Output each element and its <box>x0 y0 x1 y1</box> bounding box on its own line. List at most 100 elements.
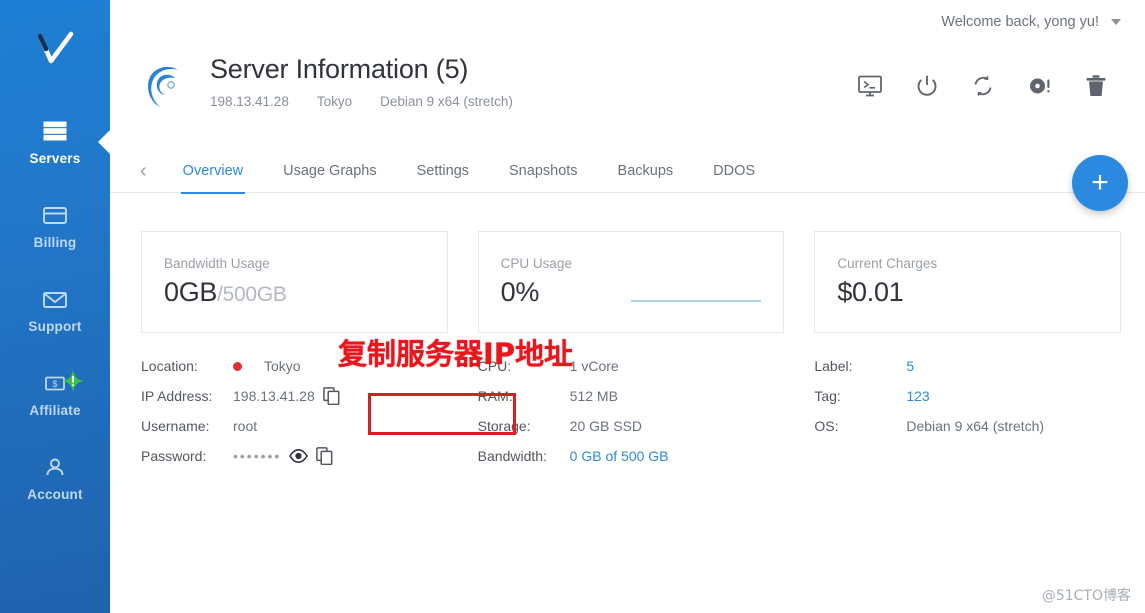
chevron-down-icon <box>1111 19 1121 25</box>
detail-key: IP Address: <box>141 388 213 404</box>
tab-bar: ‹ Overview Usage Graphs Settings Snapsho… <box>110 150 1145 194</box>
detail-row-label: Label: 5 <box>814 351 1121 381</box>
app-root: Servers Billing Support $ Affiliate Acco… <box>0 0 1145 613</box>
tab-overview[interactable]: Overview <box>163 150 263 194</box>
server-list-icon <box>42 118 68 144</box>
detail-value: Tokyo <box>233 358 301 374</box>
detail-column-right: Label: 5 Tag: 123 OS: Debian 9 x64 (stre… <box>814 351 1121 471</box>
sidebar: Servers Billing Support $ Affiliate Acco… <box>0 0 110 613</box>
sidebar-item-label: Account <box>27 487 83 502</box>
detail-key: Password: <box>141 448 207 464</box>
detail-row-username: Username: root <box>141 411 448 441</box>
annotation-text: 复制服务器IP地址 <box>338 337 574 371</box>
detail-key: OS: <box>814 418 839 434</box>
card-current-charges: Current Charges $0.01 <box>814 231 1122 333</box>
power-icon[interactable] <box>915 74 939 103</box>
sidebar-item-label: Support <box>28 319 82 334</box>
card-value: $0.01 <box>837 277 1120 308</box>
topbar: Welcome back, yong yu! <box>110 0 1145 44</box>
meta-ip: 198.13.41.28 <box>210 94 289 110</box>
detail-value-link[interactable]: 123 <box>906 388 929 404</box>
vultr-checkmark-logo <box>37 31 74 64</box>
sidebar-item-support[interactable]: Support <box>0 268 110 352</box>
card-value-main: 0GB <box>164 277 218 307</box>
detail-key: Storage: <box>477 418 531 434</box>
affiliate-alert-badge <box>62 370 84 392</box>
detail-value: 1 vCore <box>569 358 619 374</box>
meta-location: Tokyo <box>316 94 353 110</box>
meta-os: Debian 9 x64 (stretch) <box>380 94 513 110</box>
page-title: Server Information (5) <box>210 54 469 84</box>
eye-icon[interactable] <box>289 449 309 463</box>
sidebar-item-label: Servers <box>29 151 81 166</box>
detail-row-bandwidth: Bandwidth: 0 GB of 500 GB <box>478 441 785 471</box>
detail-value: 512 MB <box>569 388 618 404</box>
server-header: Server Information (5) 198.13.41.28 Toky… <box>110 44 1145 134</box>
japan-flag-icon <box>233 361 242 371</box>
brand-logo[interactable] <box>0 0 110 100</box>
watermark: @51CTO博客 <box>1041 588 1131 604</box>
credit-card-icon <box>42 202 68 228</box>
tab-snapshots[interactable]: Snapshots <box>489 150 598 193</box>
detail-key: Label: <box>814 358 853 374</box>
svg-text:$: $ <box>52 379 57 389</box>
detail-value: 198.13.41.28 <box>233 387 340 405</box>
card-label: CPU Usage <box>500 256 572 271</box>
server-actions <box>857 52 1121 103</box>
account-menu[interactable]: Welcome back, yong yu! <box>941 14 1121 30</box>
tab-settings[interactable]: Settings <box>397 150 489 193</box>
detail-value: ••••••• <box>233 447 333 465</box>
summary-cards: Bandwidth Usage 0GB/500GB CPU Usage 0% C… <box>110 193 1145 333</box>
detail-value: 20 GB SSD <box>569 418 643 434</box>
add-server-button[interactable]: + <box>1072 155 1128 211</box>
password-masked-value: ••••••• <box>233 448 282 464</box>
card-label: Bandwidth Usage <box>164 256 270 271</box>
card-value-main: $0.01 <box>837 277 904 307</box>
card-value-suffix: /500GB <box>217 283 287 306</box>
detail-key: Bandwidth: <box>477 448 547 464</box>
cpu-sparkline <box>631 293 762 314</box>
sidebar-item-label: Billing <box>33 235 77 250</box>
reinstall-icon[interactable] <box>1027 74 1053 103</box>
detail-key: RAM: <box>477 388 513 404</box>
detail-value: Debian 9 x64 (stretch) <box>906 418 1045 434</box>
delete-icon[interactable] <box>1085 74 1107 103</box>
tab-ddos[interactable]: DDOS <box>693 150 775 193</box>
detail-grid: Location: Tokyo IP Address: 198.13.41.28 <box>110 333 1145 471</box>
detail-value-link[interactable]: 5 <box>906 358 914 374</box>
sidebar-item-billing[interactable]: Billing <box>0 184 110 268</box>
tabs-prev-arrow[interactable]: ‹ <box>134 161 153 181</box>
copy-icon[interactable] <box>322 387 340 405</box>
ip-address-value: 198.13.41.28 <box>233 388 315 404</box>
detail-value-link[interactable]: 0 GB of 500 GB <box>570 448 669 464</box>
restart-icon[interactable] <box>971 74 995 103</box>
user-icon <box>42 454 68 480</box>
detail-key: Location: <box>141 358 198 374</box>
detail-row-ip-address: IP Address: 198.13.41.28 <box>141 381 448 411</box>
detail-row-storage: Storage: 20 GB SSD <box>478 411 785 441</box>
welcome-text: Welcome back, yong yu! <box>941 14 1099 30</box>
tab-backups[interactable]: Backups <box>598 150 694 193</box>
tab-usage-graphs[interactable]: Usage Graphs <box>263 150 397 193</box>
debian-swirl-logo <box>138 58 196 119</box>
detail-value: root <box>233 418 257 434</box>
detail-key: Tag: <box>814 388 841 404</box>
card-cpu-usage: CPU Usage 0% <box>477 231 785 333</box>
location-value: Tokyo <box>264 358 301 374</box>
detail-row-ram: RAM: 512 MB <box>478 381 785 411</box>
sidebar-item-account[interactable]: Account <box>0 436 110 520</box>
detail-row-os: OS: Debian 9 x64 (stretch) <box>814 411 1121 441</box>
sidebar-item-servers[interactable]: Servers <box>0 100 110 184</box>
copy-icon[interactable] <box>316 447 333 465</box>
console-icon[interactable] <box>857 74 883 103</box>
username-value: root <box>233 418 258 434</box>
detail-row-tag: Tag: 123 <box>814 381 1121 411</box>
card-bandwidth-usage: Bandwidth Usage 0GB/500GB <box>141 231 448 333</box>
detail-row-password: Password: ••••••• <box>141 441 448 471</box>
header-text: Server Information (5) 198.13.41.28 Toky… <box>210 52 513 109</box>
card-value-main: 0% <box>500 277 540 307</box>
card-value: 0GB/500GB <box>164 277 447 308</box>
server-meta: 198.13.41.28 Tokyo Debian 9 x64 (stretch… <box>210 94 513 109</box>
main-content: Welcome back, yong yu! Server Informatio… <box>110 0 1145 613</box>
sidebar-item-affiliate[interactable]: $ Affiliate <box>0 352 110 436</box>
